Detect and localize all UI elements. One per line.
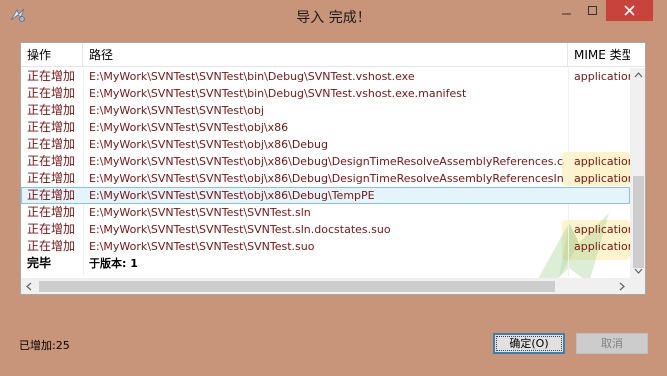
mime-cell: application/o xyxy=(574,240,634,253)
path-cell: E:\MyWork\SVNTest\SVNTest\obj\x86\Debug xyxy=(89,138,328,151)
op-cell: 正在增加 xyxy=(27,188,76,202)
mime-cell: application/o xyxy=(574,70,634,83)
op-cell: 正在增加 xyxy=(27,103,76,117)
horizontal-scroll-thumb[interactable] xyxy=(39,281,555,292)
op-cell: 正在增加 xyxy=(27,239,76,253)
list-item[interactable]: 正在增加 E:\MyWork\SVNTest\SVNTest\obj\x86 xyxy=(21,119,630,136)
ok-button[interactable]: 确定(O) xyxy=(493,333,565,354)
list-item-completed[interactable]: 完毕 于版本: 1 xyxy=(21,255,630,272)
path-cell: E:\MyWork\SVNTest\SVNTest\obj\x86\Debug\… xyxy=(89,189,375,202)
cancel-button: 取消 xyxy=(576,333,648,354)
close-icon xyxy=(624,5,635,16)
list-item[interactable]: 正在增加 E:\MyWork\SVNTest\SVNTest\SVNTest.sl… xyxy=(21,221,634,238)
scroll-down-arrow-icon[interactable] xyxy=(633,267,644,276)
scroll-left-arrow-icon[interactable] xyxy=(24,281,33,292)
path-cell: E:\MyWork\SVNTest\SVNTest\SVNTest.sln.do… xyxy=(89,223,391,236)
column-header-mime[interactable]: MIME 类型 xyxy=(568,43,630,67)
column-header-operation[interactable]: 操作 xyxy=(21,43,83,67)
close-button[interactable] xyxy=(606,0,653,21)
scroll-up-arrow-icon[interactable] xyxy=(633,70,644,79)
path-cell: E:\MyWork\SVNTest\SVNTest\obj\x86\Debug\… xyxy=(89,155,564,168)
list-item[interactable]: 正在增加 E:\MyWork\SVNTest\SVNTest\obj\x86\De… xyxy=(21,170,634,187)
minimize-button[interactable] xyxy=(554,0,580,21)
op-cell: 正在增加 xyxy=(27,137,76,151)
list-item[interactable]: 正在增加 E:\MyWork\SVNTest\SVNTest\SVNTest.su… xyxy=(21,238,634,255)
op-cell: 正在增加 xyxy=(27,120,76,134)
maximize-button[interactable] xyxy=(580,0,606,21)
op-cell: 正在增加 xyxy=(27,222,76,236)
path-cell: 于版本: 1 xyxy=(89,257,138,270)
list-item[interactable]: 正在增加 E:\MyWork\SVNTest\SVNTest\obj\x86\De… xyxy=(21,153,634,170)
path-cell: E:\MyWork\SVNTest\SVNTest\SVNTest.sln xyxy=(89,206,311,219)
maximize-icon xyxy=(588,5,597,15)
path-cell: E:\MyWork\SVNTest\SVNTest\bin\Debug\SVNT… xyxy=(89,70,415,83)
path-cell: E:\MyWork\SVNTest\SVNTest\obj xyxy=(89,104,264,117)
path-cell: E:\MyWork\SVNTest\SVNTest\obj\x86 xyxy=(89,121,289,134)
list-item[interactable]: 正在增加 E:\MyWork\SVNTest\SVNTest\bin\Debug\… xyxy=(21,85,630,102)
mime-cell: application/o xyxy=(574,155,634,168)
vertical-scroll-thumb[interactable] xyxy=(633,176,644,268)
minimize-icon xyxy=(562,13,571,14)
results-list[interactable]: 操作 路径 MIME 类型 正在增加 E:\MyWork\SVNTest\SVNT… xyxy=(20,42,646,295)
horizontal-scrollbar[interactable] xyxy=(21,278,630,294)
op-cell: 完毕 xyxy=(27,256,52,270)
op-cell: 正在增加 xyxy=(27,171,76,185)
path-cell: E:\MyWork\SVNTest\SVNTest\SVNTest.suo xyxy=(89,240,315,253)
path-cell: E:\MyWork\SVNTest\SVNTest\obj\x86\Debug\… xyxy=(89,172,564,185)
list-item[interactable]: 正在增加 E:\MyWork\SVNTest\SVNTest\bin\Debug\… xyxy=(21,68,634,85)
mime-cell: application/o xyxy=(574,172,634,185)
scroll-right-arrow-icon[interactable] xyxy=(618,281,627,292)
op-cell: 正在增加 xyxy=(27,69,76,83)
added-count-label: 已增加:25 xyxy=(19,339,70,352)
ok-button-label: 确定(O) xyxy=(496,336,562,351)
list-item-selected[interactable]: 正在增加 E:\MyWork\SVNTest\SVNTest\obj\x86\De… xyxy=(21,187,630,204)
vertical-scrollbar[interactable] xyxy=(630,68,645,278)
mime-cell: application/o xyxy=(574,223,634,236)
column-header-path[interactable]: 路径 xyxy=(83,43,568,67)
list-header: 操作 路径 MIME 类型 xyxy=(21,43,645,67)
list-item[interactable]: 正在增加 E:\MyWork\SVNTest\SVNTest\obj xyxy=(21,102,630,119)
list-rows: 正在增加 E:\MyWork\SVNTest\SVNTest\bin\Debug\… xyxy=(21,68,634,272)
op-cell: 正在增加 xyxy=(27,154,76,168)
op-cell: 正在增加 xyxy=(27,205,76,219)
list-item[interactable]: 正在增加 E:\MyWork\SVNTest\SVNTest\obj\x86\De… xyxy=(21,136,630,153)
title-bar: 导入 完成！ xyxy=(0,0,667,32)
list-item[interactable]: 正在增加 E:\MyWork\SVNTest\SVNTest\SVNTest.sl… xyxy=(21,204,630,221)
op-cell: 正在增加 xyxy=(27,86,76,100)
path-cell: E:\MyWork\SVNTest\SVNTest\bin\Debug\SVNT… xyxy=(89,87,467,100)
scrollbar-corner xyxy=(630,278,645,294)
